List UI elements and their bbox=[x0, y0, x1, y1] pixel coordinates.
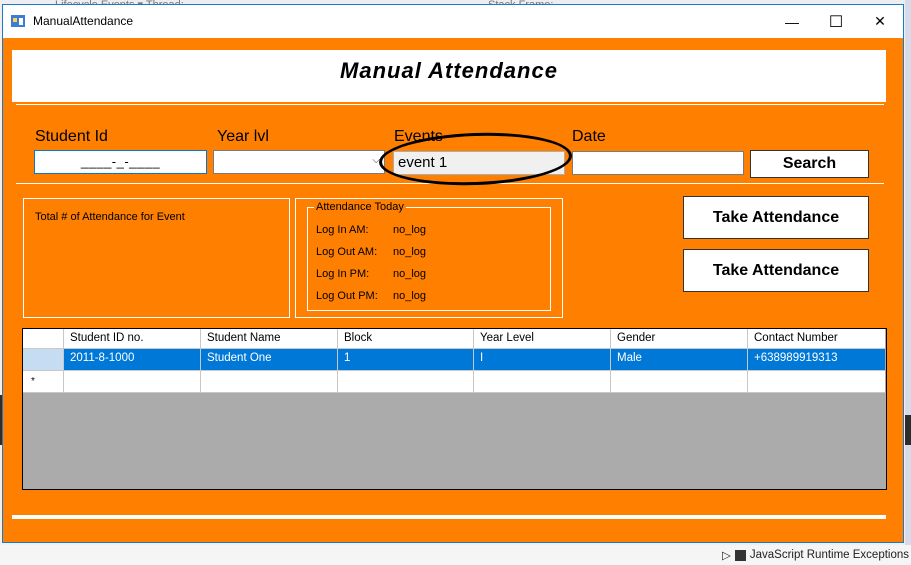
column-header[interactable]: Student Name bbox=[201, 329, 338, 349]
column-header[interactable]: Contact Number bbox=[748, 329, 885, 349]
table-cell[interactable]: 1 bbox=[338, 349, 474, 371]
total-attendance-label: Total # of Attendance for Event bbox=[35, 211, 185, 223]
checkbox-icon[interactable] bbox=[734, 549, 746, 561]
row-header-corner[interactable] bbox=[23, 329, 64, 349]
app-icon bbox=[11, 15, 25, 27]
attendance-today-group: Attendance Today Log In AM: no_log Log O… bbox=[307, 201, 551, 311]
new-row[interactable]: * bbox=[23, 371, 885, 393]
tree-item-label: JavaScript Runtime Exceptions bbox=[749, 549, 910, 561]
date-label: Date bbox=[572, 128, 606, 145]
heading-panel: Manual Attendance bbox=[12, 50, 886, 102]
table-cell[interactable] bbox=[338, 371, 474, 393]
year-select[interactable]: ⌵ bbox=[213, 150, 385, 174]
grid-header: Student ID no. Student Name Block Year L… bbox=[23, 329, 885, 349]
table-cell[interactable]: Student One bbox=[201, 349, 338, 371]
table-cell[interactable] bbox=[201, 371, 338, 393]
new-row-marker[interactable]: * bbox=[23, 371, 64, 393]
take-attendance-button-2[interactable]: Take Attendance bbox=[683, 249, 869, 292]
column-header[interactable]: Student ID no. bbox=[64, 329, 201, 349]
log-out-pm-label: Log Out PM: bbox=[316, 290, 378, 302]
background-dark-strip-right bbox=[905, 415, 911, 445]
table-cell[interactable]: Male bbox=[611, 349, 748, 371]
maximize-button[interactable]: ☐ bbox=[814, 5, 858, 38]
log-out-pm-value: no_log bbox=[393, 290, 427, 302]
table-cell[interactable] bbox=[64, 371, 201, 393]
background-ide-panel bbox=[905, 0, 911, 565]
tree-expand-icon[interactable]: ▷ bbox=[722, 548, 731, 562]
table-cell[interactable] bbox=[611, 371, 748, 393]
log-in-am-label: Log In AM: bbox=[316, 224, 369, 236]
log-in-pm-label: Log In PM: bbox=[316, 268, 370, 280]
title-bar[interactable]: ManualAttendance — ☐ ✕ bbox=[3, 5, 903, 38]
search-button[interactable]: Search bbox=[750, 150, 869, 178]
log-in-pm-value: no_log bbox=[393, 268, 427, 280]
page-title: Manual Attendance bbox=[340, 58, 558, 83]
log-in-am-value: no_log bbox=[393, 224, 427, 236]
student-id-input[interactable]: ____-_-____ bbox=[34, 150, 207, 174]
log-out-am-value: no_log bbox=[393, 246, 427, 258]
table-cell[interactable]: 2011-8-1000 bbox=[64, 349, 201, 371]
year-label: Year lvl bbox=[217, 128, 269, 145]
column-header[interactable]: Block bbox=[338, 329, 474, 349]
table-cell[interactable] bbox=[474, 371, 611, 393]
attendance-today-panel: Attendance Today Log In AM: no_log Log O… bbox=[295, 198, 563, 318]
column-header[interactable]: Gender bbox=[611, 329, 748, 349]
table-cell[interactable]: +638989919313 bbox=[748, 349, 885, 371]
student-id-label: Student Id bbox=[35, 128, 108, 145]
row-header[interactable] bbox=[23, 349, 64, 371]
table-row[interactable]: 2011-8-1000 Student One 1 I Male +638989… bbox=[23, 349, 885, 371]
log-out-am-label: Log Out AM: bbox=[316, 246, 378, 258]
attendance-grid[interactable]: Student ID no. Student Name Block Year L… bbox=[22, 328, 887, 490]
tree-item-js-exceptions[interactable]: ▷ JavaScript Runtime Exceptions bbox=[722, 548, 909, 562]
attendance-today-legend: Attendance Today bbox=[314, 201, 406, 213]
bottom-divider bbox=[12, 515, 886, 519]
total-attendance-panel: Total # of Attendance for Event bbox=[23, 198, 290, 318]
date-input[interactable] bbox=[572, 151, 744, 175]
column-header[interactable]: Year Level bbox=[474, 329, 611, 349]
table-cell[interactable]: I bbox=[474, 349, 611, 371]
minimize-button[interactable]: — bbox=[770, 5, 814, 38]
take-attendance-button-1[interactable]: Take Attendance bbox=[683, 196, 869, 239]
table-cell[interactable] bbox=[748, 371, 885, 393]
window-title: ManualAttendance bbox=[33, 14, 134, 28]
close-button[interactable]: ✕ bbox=[858, 5, 902, 38]
